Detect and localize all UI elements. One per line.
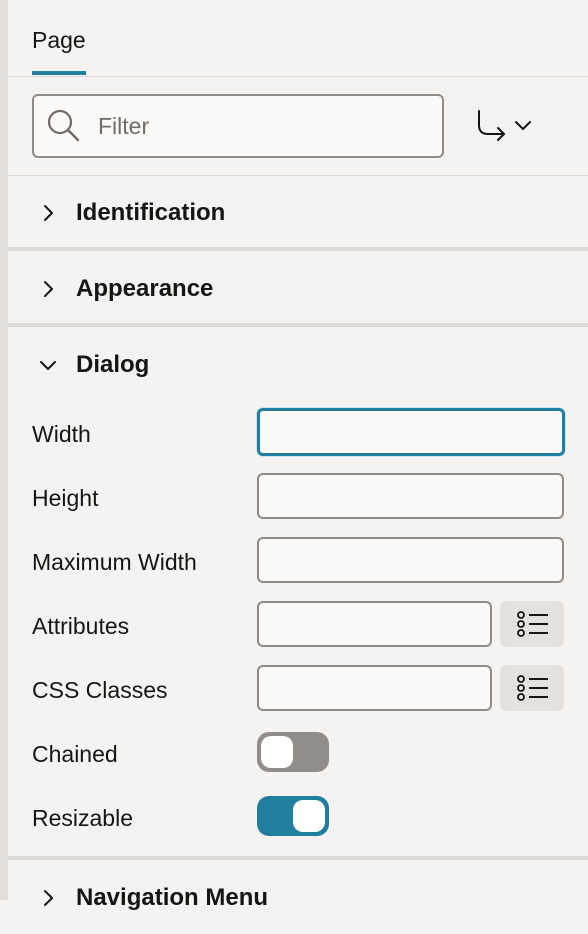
tab-page[interactable]: Page [32, 24, 86, 76]
resizable-toggle[interactable] [257, 796, 329, 836]
go-to-group-button[interactable] [474, 107, 538, 143]
section-title: Dialog [76, 351, 150, 378]
section-title: Navigation Menu [76, 884, 269, 911]
search-icon [47, 109, 80, 142]
maximum-width-field[interactable] [257, 537, 564, 583]
section-header-appearance[interactable]: Appearance [8, 253, 588, 325]
css-classes-list-button[interactable] [500, 665, 564, 711]
height-field[interactable] [257, 473, 564, 519]
property-editor-panel: Page Identification [8, 0, 588, 911]
section-header-navigation-menu[interactable]: Navigation Menu [8, 862, 588, 934]
maximum-width-label: Maximum Width [32, 549, 197, 575]
chevron-down-icon [40, 361, 56, 370]
active-tab-indicator [32, 71, 86, 75]
attributes-label: Attributes [32, 613, 130, 639]
left-edge-strip [0, 0, 8, 900]
css-classes-label: CSS Classes [32, 677, 168, 703]
tab-bar: Page [8, 0, 588, 77]
filter-field[interactable] [32, 94, 444, 158]
filter-input[interactable] [96, 108, 430, 144]
go-to-group-icon [478, 110, 531, 141]
chained-label: Chained [32, 741, 118, 767]
toggle-knob [293, 800, 325, 832]
toggle-knob [261, 736, 293, 768]
width-field[interactable] [257, 408, 565, 456]
attributes-field[interactable] [257, 601, 492, 647]
section-header-identification[interactable]: Identification [8, 177, 588, 249]
chevron-right-icon [44, 205, 53, 221]
chevron-right-icon [44, 890, 53, 906]
css-classes-field[interactable] [257, 665, 492, 711]
section-header-dialog[interactable]: Dialog [8, 329, 588, 401]
chained-toggle[interactable] [257, 732, 329, 772]
list-of-values-icon [517, 675, 548, 701]
section-title: Appearance [76, 275, 214, 302]
section-divider [8, 247, 588, 251]
section-divider [8, 856, 588, 860]
list-of-values-icon [517, 611, 548, 637]
section-title: Identification [76, 199, 226, 226]
chevron-right-icon [44, 281, 53, 297]
attributes-list-button[interactable] [500, 601, 564, 647]
width-label: Width [32, 421, 91, 447]
resizable-label: Resizable [32, 805, 133, 831]
section-divider [8, 323, 588, 327]
filter-toolbar [8, 77, 588, 176]
height-label: Height [32, 485, 99, 511]
